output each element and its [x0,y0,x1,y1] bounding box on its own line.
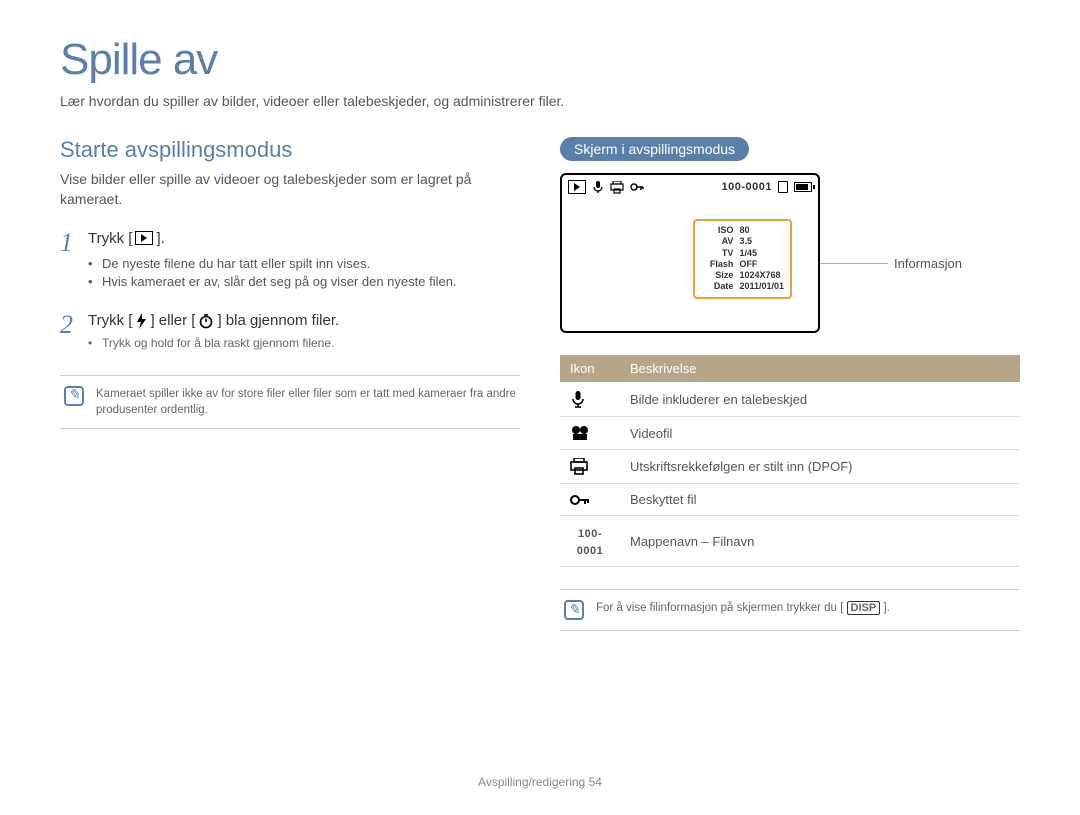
lcd-mic-icon [592,180,604,194]
step-1-bullet: De nyeste filene du har tatt eller spilt… [88,255,520,274]
note-box: ✎ Kameraet spiller ikke av for store fil… [60,375,520,429]
table-row: Beskyttet fil [560,484,1020,516]
note-text-right: For å vise filinformasjon på skjermen tr… [596,600,890,620]
callout-label: Informasjon [894,256,962,271]
table-desc: Utskriftsrekkefølgen er stilt inn (DPOF) [620,450,1020,484]
note-text: Kameraet spiller ikke av for store filer… [96,386,516,418]
note-box-right: ✎ For å vise filinformasjon på skjermen … [560,589,1020,631]
note-icon: ✎ [564,600,584,620]
table-desc: Mappenavn – Filnavn [620,516,1020,567]
th-desc: Beskrivelse [620,355,1020,382]
table-row: 100-0001 Mappenavn – Filnavn [560,516,1020,567]
table-row: Bilde inkluderer en talebeskjed [560,382,1020,417]
flash-icon [135,313,147,329]
lcd-key-icon [630,181,644,193]
lcd-battery-icon [794,182,812,192]
pill-heading: Skjerm i avspillingsmodus [560,137,749,161]
step-2: 2 Trykk [ ] eller [ ] bla gjennom filer. [60,312,520,352]
page-title: Spille av [60,35,1020,85]
th-icon: Ikon [560,355,620,382]
icon-description-table: Ikon Beskrivelse Bilde inkluderer en tal… [560,355,1020,567]
mic-icon [560,382,620,417]
lcd-screen-diagram: 100-0001 ISO80 AV3.5 TV1/45 FlashOFF Siz… [560,173,820,333]
note-icon: ✎ [64,386,84,406]
callout-leader: Informasjon [820,256,962,271]
lcd-playback-icon [568,180,586,194]
step-1-bullet: Hvis kameraet er av, slår det seg på og … [88,273,520,292]
section-heading: Starte avspillingsmodus [60,137,520,163]
page-subtitle: Lær hvordan du spiller av bilder, videoe… [60,93,1020,109]
step-2-text: Trykk [ ] eller [ ] bla gjennom filer. [88,312,520,329]
lcd-folder-file: 100-0001 [722,181,773,193]
film-icon [560,417,620,450]
folder-num-icon: 100-0001 [560,516,620,567]
table-row: Utskriftsrekkefølgen er stilt inn (DPOF) [560,450,1020,484]
lcd-printer-icon [610,181,624,194]
lcd-info-panel: ISO80 AV3.5 TV1/45 FlashOFF Size1024X768… [693,219,792,299]
printer-icon [560,450,620,484]
step-1-text: Trykk [ ]. [88,230,520,247]
table-desc: Bilde inkluderer en talebeskjed [620,382,1020,417]
timer-icon [198,313,214,329]
step-1-number: 1 [60,230,88,293]
table-desc: Videofil [620,417,1020,450]
lcd-memory-icon [778,181,788,193]
step-2-sub-bullet: Trykk og hold for å bla raskt gjennom fi… [88,335,520,352]
table-desc: Beskyttet fil [620,484,1020,516]
page-footer: Avspilling/redigering 54 [0,775,1080,789]
playback-button-icon [135,231,153,245]
disp-button-label: DISP [847,601,881,615]
key-icon [560,484,620,516]
table-row: Videofil [560,417,1020,450]
step-1: 1 Trykk [ ]. De nyeste filene du har tat… [60,230,520,293]
step-2-number: 2 [60,312,88,352]
section-desc: Vise bilder eller spille av videoer og t… [60,169,520,210]
